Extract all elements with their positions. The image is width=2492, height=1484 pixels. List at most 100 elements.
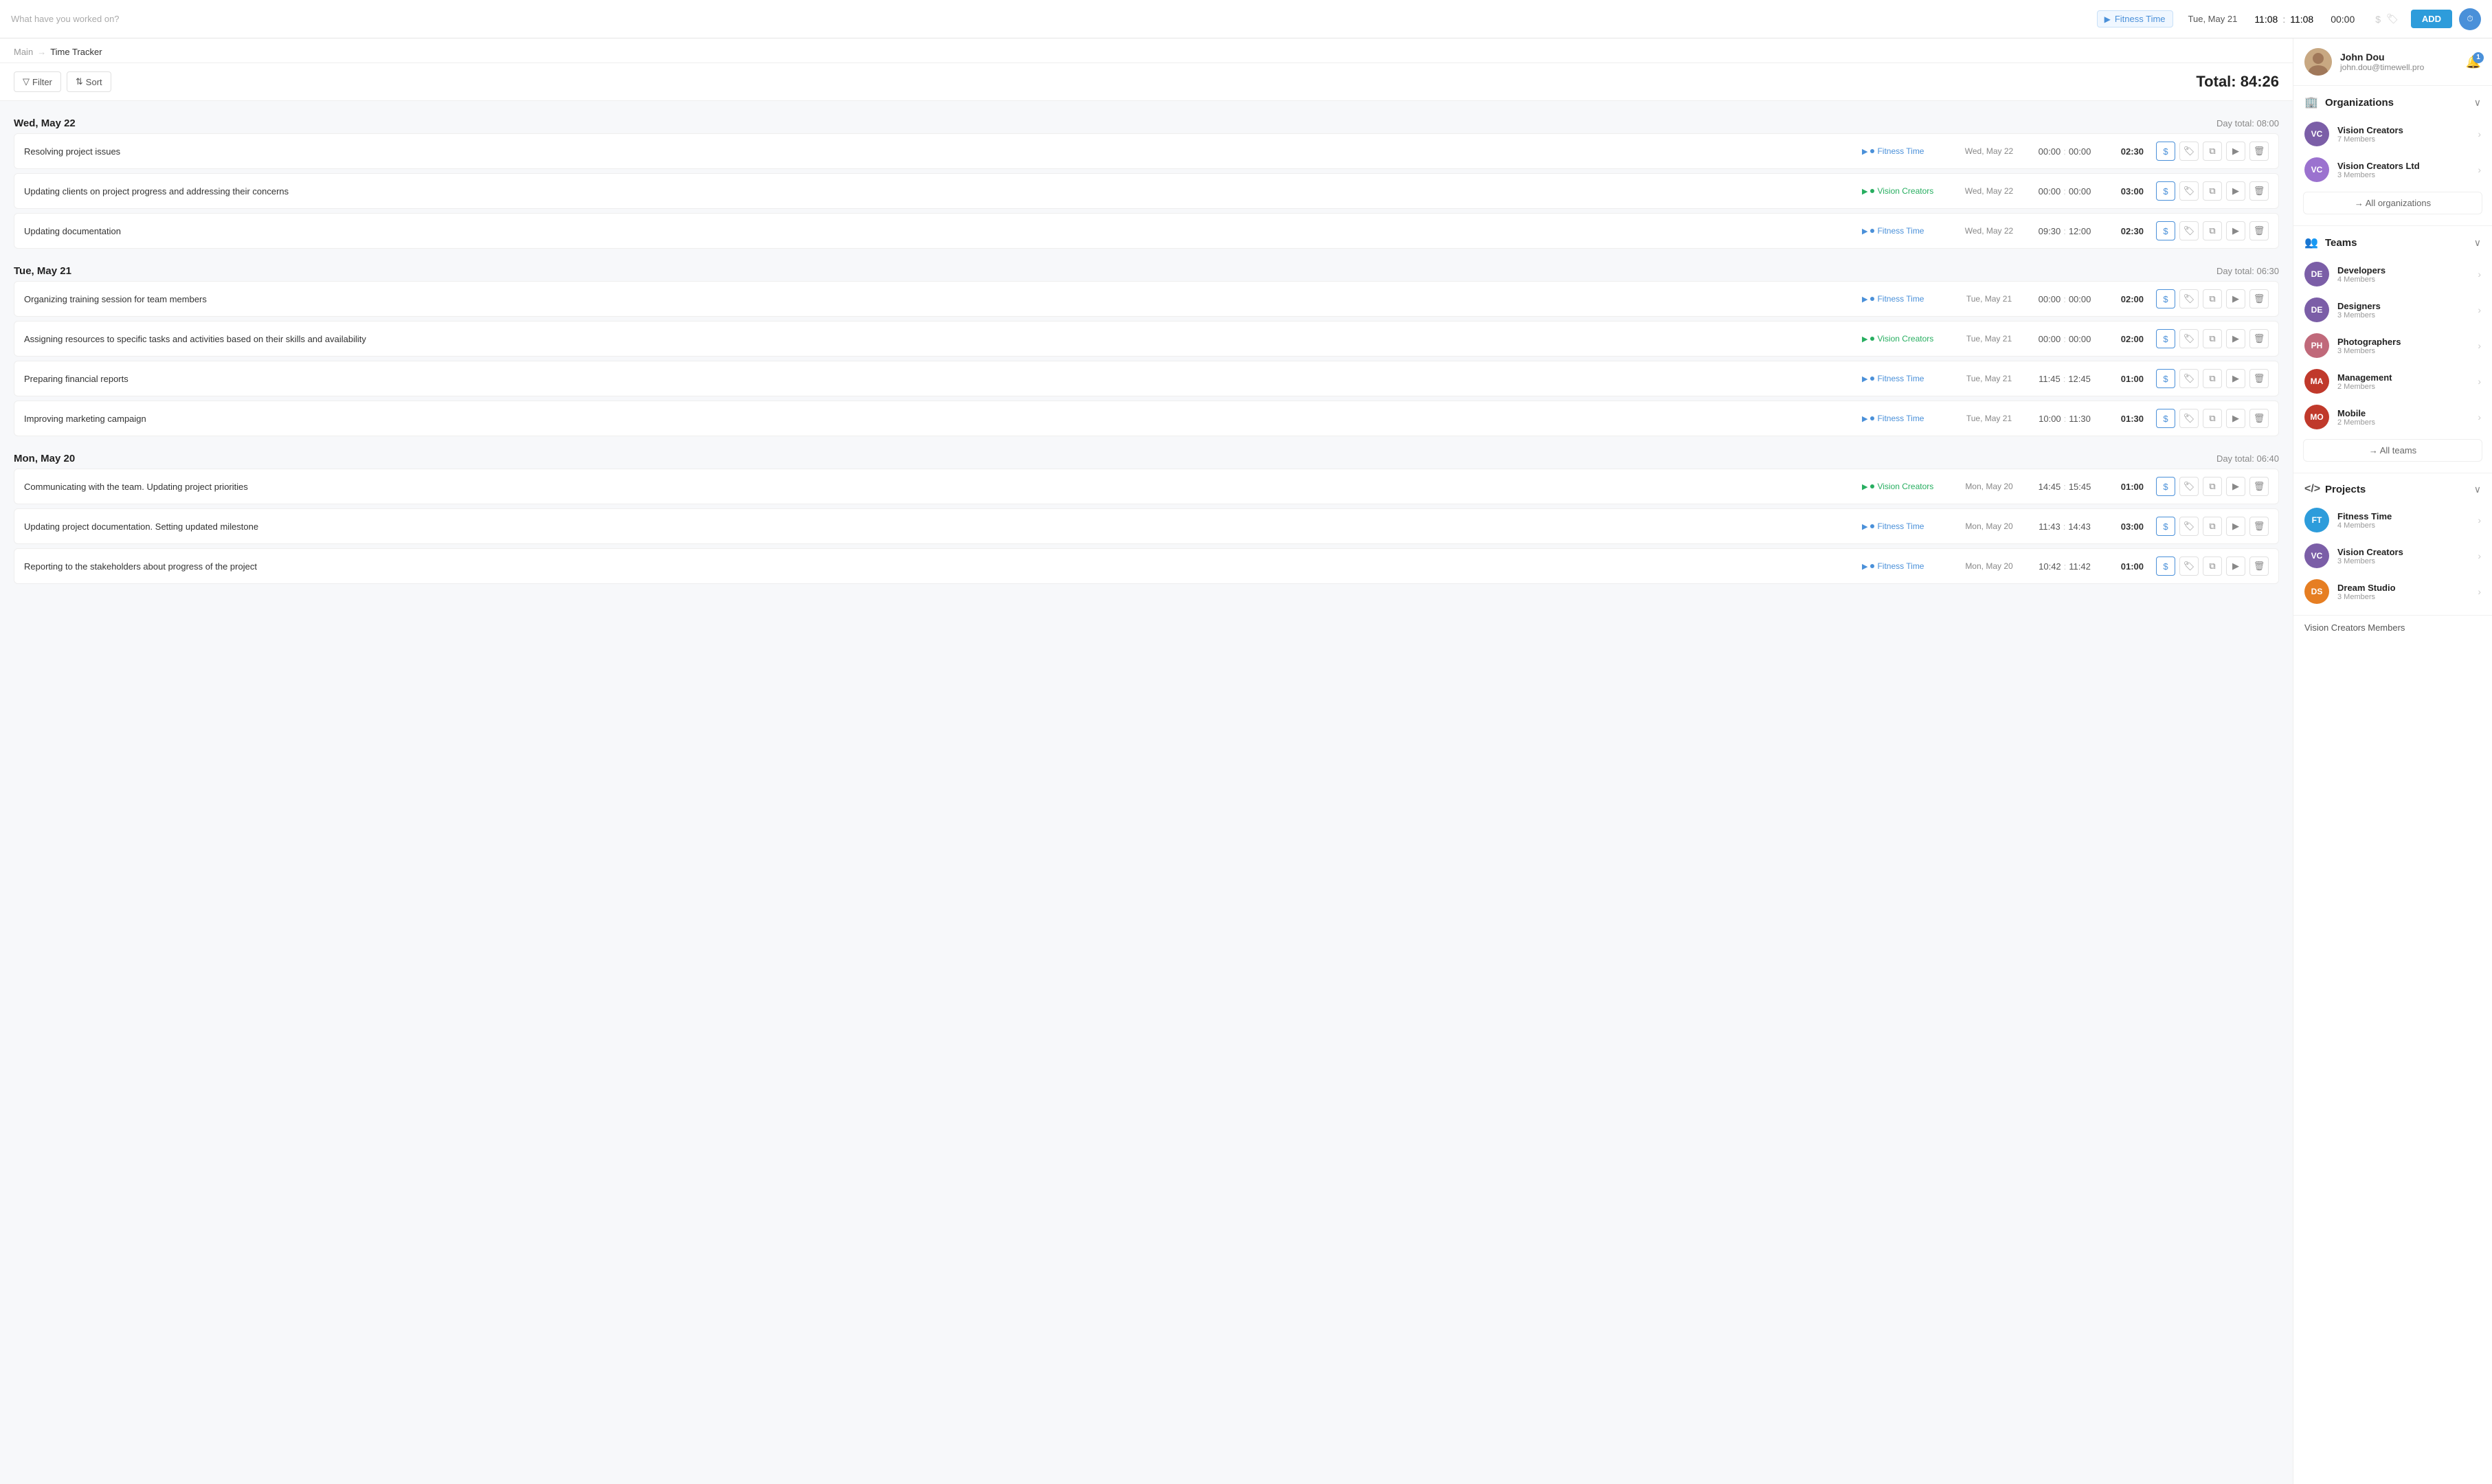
play-button[interactable]: ▶: [2226, 289, 2245, 308]
time-start[interactable]: 00:00: [2039, 334, 2061, 344]
play-button[interactable]: ▶: [2226, 181, 2245, 201]
tag-button[interactable]: 🏷: [2179, 477, 2199, 496]
time-end[interactable]: 11:30: [2069, 414, 2091, 424]
time-start[interactable]: 09:30: [2039, 226, 2061, 236]
delete-button[interactable]: 🗑: [2249, 329, 2269, 348]
billing-button[interactable]: $: [2156, 221, 2175, 240]
time-end[interactable]: 12:45: [2068, 374, 2091, 384]
entry-project[interactable]: ▶ Vision Creators: [1862, 186, 1951, 196]
tag-button[interactable]: 🏷: [2179, 181, 2199, 201]
delete-button[interactable]: 🗑: [2249, 517, 2269, 536]
time-start[interactable]: 11:43: [2039, 521, 2061, 532]
list-item[interactable]: DE Developers 4 Members ›: [2293, 256, 2492, 292]
time-start[interactable]: 11:45: [2039, 374, 2061, 384]
entry-project[interactable]: ▶ Fitness Time: [1862, 294, 1951, 304]
copy-button[interactable]: ⧉: [2203, 289, 2222, 308]
entry-project[interactable]: ▶ Fitness Time: [1862, 226, 1951, 236]
list-item[interactable]: VC Vision Creators 3 Members ›: [2293, 538, 2492, 574]
entry-project[interactable]: ▶ Fitness Time: [1862, 521, 1951, 531]
projects-header[interactable]: </> Projects ∨: [2293, 473, 2492, 502]
organizations-header[interactable]: 🏢 Organizations ∨: [2293, 86, 2492, 116]
list-item[interactable]: DS Dream Studio 3 Members ›: [2293, 574, 2492, 609]
time-start[interactable]: 00:00: [2039, 294, 2061, 304]
tag-button[interactable]: 🏷: [2179, 329, 2199, 348]
copy-button[interactable]: ⧉: [2203, 142, 2222, 161]
timer-toggle-button[interactable]: ⏱: [2459, 8, 2481, 30]
play-button[interactable]: ▶: [2226, 221, 2245, 240]
tag-button[interactable]: 🏷: [2179, 369, 2199, 388]
billing-button[interactable]: $: [2156, 329, 2175, 348]
entry-project[interactable]: ▶ Vision Creators: [1862, 482, 1951, 491]
time-start[interactable]: 10:00: [2039, 414, 2061, 424]
billing-button[interactable]: $: [2156, 142, 2175, 161]
time-start[interactable]: 10:42: [2039, 561, 2061, 572]
time-end[interactable]: 00:00: [2069, 186, 2091, 196]
all-teams-link[interactable]: → All teams: [2303, 439, 2482, 462]
time-end[interactable]: 00:00: [2069, 294, 2091, 304]
tag-button[interactable]: 🏷: [2179, 221, 2199, 240]
time-start-input[interactable]: [2252, 14, 2280, 25]
delete-button[interactable]: 🗑: [2249, 142, 2269, 161]
tag-button[interactable]: 🏷: [2179, 556, 2199, 576]
billing-button[interactable]: $: [2156, 369, 2175, 388]
notification-button[interactable]: 🔔 1: [2466, 55, 2481, 69]
list-item[interactable]: FT Fitness Time 4 Members ›: [2293, 502, 2492, 538]
dollar-icon[interactable]: $: [2375, 14, 2381, 25]
billing-button[interactable]: $: [2156, 181, 2175, 201]
list-item[interactable]: VC Vision Creators 7 Members ›: [2293, 116, 2492, 152]
entry-project[interactable]: ▶ Fitness Time: [1862, 374, 1951, 383]
current-project[interactable]: ▶ Fitness Time: [2097, 10, 2173, 27]
delete-button[interactable]: 🗑: [2249, 289, 2269, 308]
all-organizations-link[interactable]: → All organizations: [2303, 192, 2482, 214]
entry-project[interactable]: ▶ Fitness Time: [1862, 146, 1951, 156]
delete-button[interactable]: 🗑: [2249, 409, 2269, 428]
add-button[interactable]: ADD: [2411, 10, 2452, 28]
breadcrumb-main[interactable]: Main: [14, 47, 33, 57]
billing-button[interactable]: $: [2156, 517, 2175, 536]
billing-button[interactable]: $: [2156, 477, 2175, 496]
copy-button[interactable]: ⧉: [2203, 477, 2222, 496]
time-end[interactable]: 14:43: [2068, 521, 2091, 532]
copy-button[interactable]: ⧉: [2203, 517, 2222, 536]
billing-button[interactable]: $: [2156, 556, 2175, 576]
time-end[interactable]: 15:45: [2069, 482, 2091, 492]
billing-button[interactable]: $: [2156, 409, 2175, 428]
copy-button[interactable]: ⧉: [2203, 221, 2222, 240]
delete-button[interactable]: 🗑: [2249, 181, 2269, 201]
time-end[interactable]: 11:42: [2069, 561, 2091, 572]
sort-button[interactable]: ⇅ Sort: [67, 71, 111, 92]
list-item[interactable]: MA Management 2 Members ›: [2293, 363, 2492, 399]
time-end-input[interactable]: [2288, 14, 2315, 25]
time-end[interactable]: 00:00: [2069, 334, 2091, 344]
delete-button[interactable]: 🗑: [2249, 221, 2269, 240]
delete-button[interactable]: 🗑: [2249, 477, 2269, 496]
list-item[interactable]: VC Vision Creators Ltd 3 Members ›: [2293, 152, 2492, 188]
time-end[interactable]: 00:00: [2069, 146, 2091, 157]
entry-project[interactable]: ▶ Fitness Time: [1862, 561, 1951, 571]
teams-header[interactable]: 👥 Teams ∨: [2293, 226, 2492, 256]
search-placeholder[interactable]: What have you worked on?: [11, 14, 2090, 24]
list-item[interactable]: MO Mobile 2 Members ›: [2293, 399, 2492, 435]
play-button[interactable]: ▶: [2226, 142, 2245, 161]
entry-project[interactable]: ▶ Vision Creators: [1862, 334, 1951, 344]
entry-project[interactable]: ▶ Fitness Time: [1862, 414, 1951, 423]
list-item[interactable]: PH Photographers 3 Members ›: [2293, 328, 2492, 363]
time-start[interactable]: 14:45: [2039, 482, 2061, 492]
delete-button[interactable]: 🗑: [2249, 369, 2269, 388]
copy-button[interactable]: ⧉: [2203, 369, 2222, 388]
copy-button[interactable]: ⧉: [2203, 329, 2222, 348]
play-button[interactable]: ▶: [2226, 369, 2245, 388]
play-button[interactable]: ▶: [2226, 329, 2245, 348]
time-start[interactable]: 00:00: [2039, 186, 2061, 196]
play-button[interactable]: ▶: [2226, 556, 2245, 576]
copy-button[interactable]: ⧉: [2203, 181, 2222, 201]
tag-button[interactable]: 🏷: [2179, 517, 2199, 536]
play-button[interactable]: ▶: [2226, 409, 2245, 428]
tag-button[interactable]: 🏷: [2179, 409, 2199, 428]
tag-button[interactable]: 🏷: [2179, 142, 2199, 161]
play-button[interactable]: ▶: [2226, 477, 2245, 496]
time-end[interactable]: 12:00: [2069, 226, 2091, 236]
list-item[interactable]: DE Designers 3 Members ›: [2293, 292, 2492, 328]
tag-icon[interactable]: 🏷: [2386, 13, 2399, 25]
billing-button[interactable]: $: [2156, 289, 2175, 308]
